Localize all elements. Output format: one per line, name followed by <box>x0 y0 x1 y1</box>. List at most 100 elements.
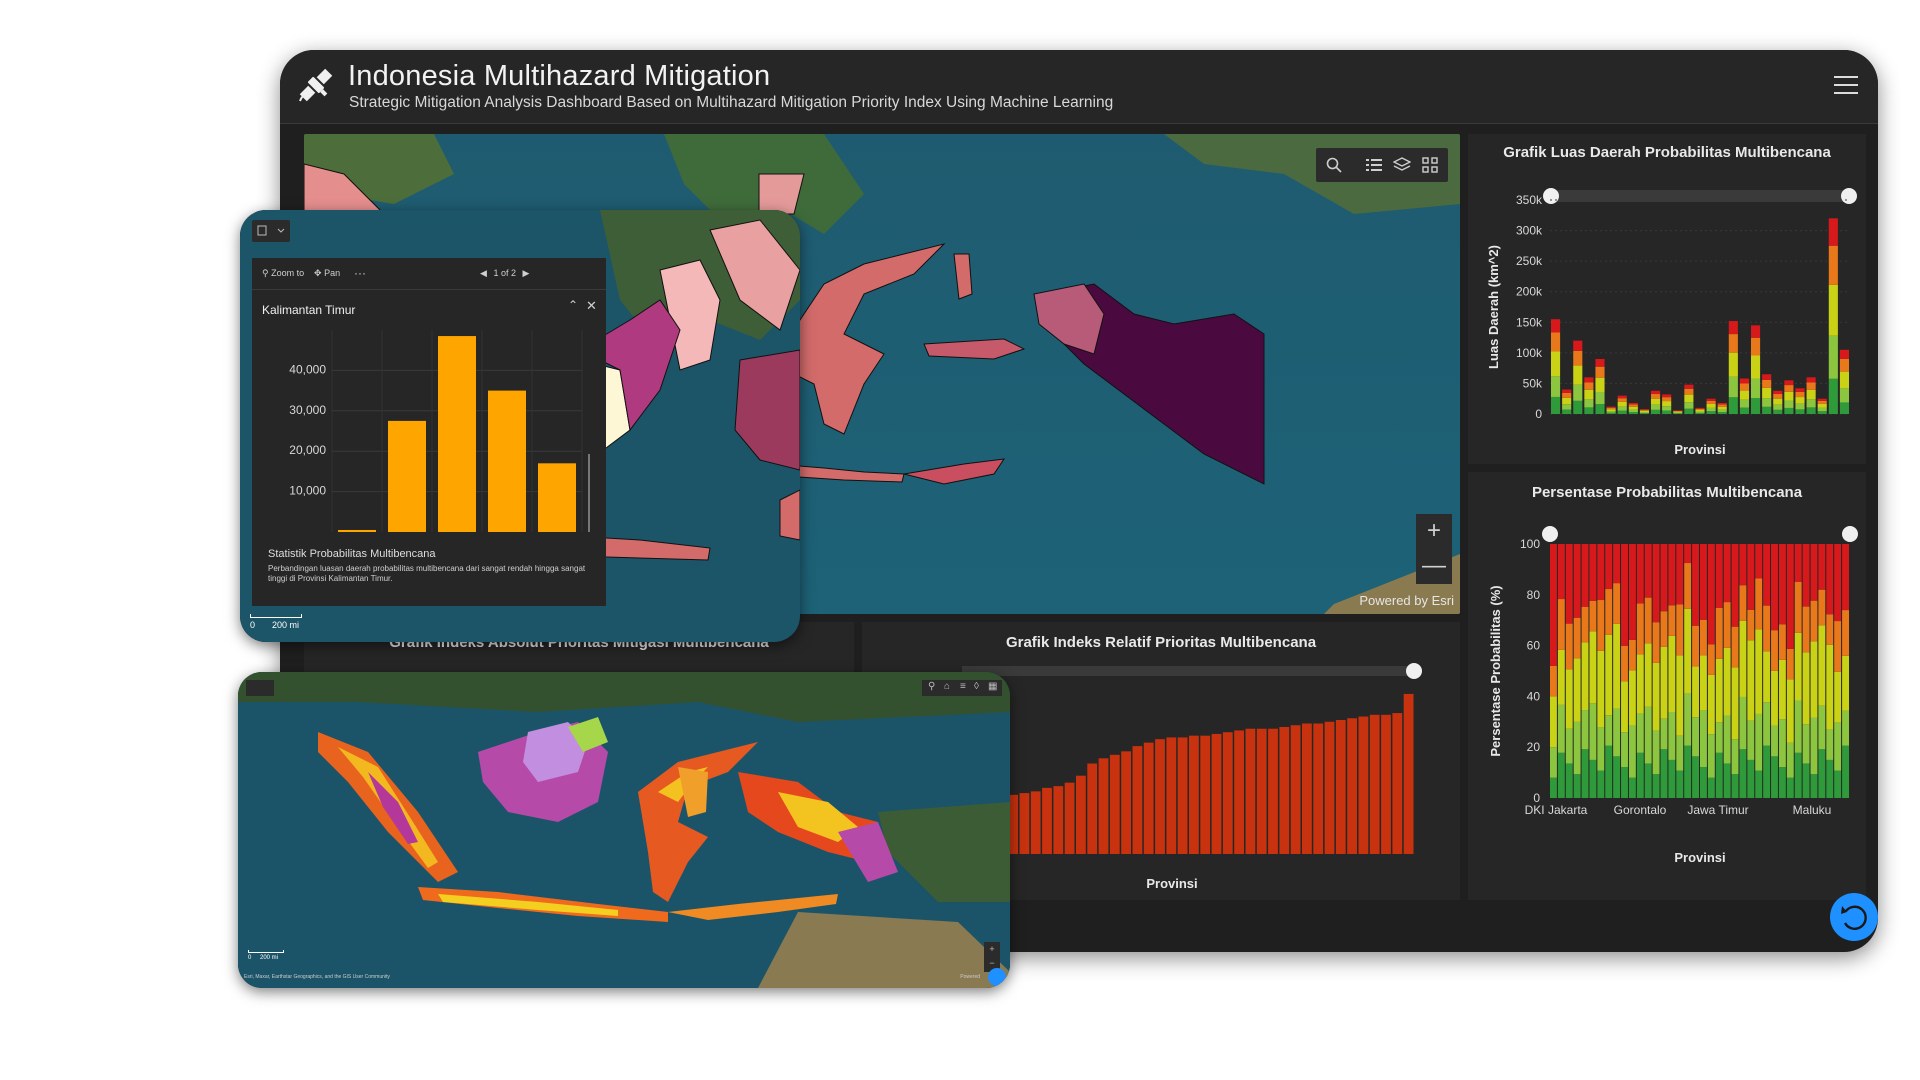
bar-segment <box>1597 650 1605 728</box>
bar-segment <box>1773 409 1783 414</box>
bar <box>1200 735 1211 854</box>
bar-segment <box>1662 410 1672 414</box>
phone-legend-icon[interactable]: ≡ <box>960 681 966 692</box>
bar-segment <box>1794 582 1802 633</box>
bar-segment <box>1747 759 1755 798</box>
bar-segment <box>1842 710 1849 746</box>
widget-menu-button[interactable] <box>252 220 290 242</box>
bar-segment <box>1651 390 1661 395</box>
scale-label: 200 mi <box>272 620 300 630</box>
basemap-gallery-icon[interactable] <box>1414 149 1446 181</box>
range-slider-handle <box>1406 663 1422 679</box>
bar-segment <box>1751 355 1761 379</box>
bar-segment <box>1723 647 1731 716</box>
bar-segment <box>1660 718 1668 750</box>
bar-segment <box>1810 717 1818 775</box>
bar-segment <box>1573 774 1581 798</box>
bar-segment <box>1662 406 1672 411</box>
bar-segment <box>1784 400 1794 408</box>
bar-segment <box>1802 544 1810 607</box>
tablet-device: ⚲ Zoom to ✥ Pan ··· ◀ 1 of 2 ▶ Kalimanta… <box>240 210 800 642</box>
bar-segment <box>1695 409 1705 412</box>
bar-segment <box>1773 404 1783 410</box>
phone-search-icon[interactable]: ⚲ <box>928 681 935 692</box>
zoom-out-button[interactable]: — <box>1416 549 1452 584</box>
next-arrow-icon[interactable]: ▶ <box>522 268 529 278</box>
bar-segment <box>1551 319 1561 333</box>
bar-segment <box>1673 410 1683 412</box>
range-slider-handle <box>1841 188 1857 204</box>
collapse-icon[interactable]: ⌃ <box>568 298 578 312</box>
bar-segment <box>1828 284 1838 336</box>
bar-segment <box>1636 603 1644 655</box>
bar <box>1392 713 1403 854</box>
page-title: Indonesia Multihazard Mitigation <box>348 60 771 92</box>
x-axis-title: Provinsi <box>1146 876 1197 891</box>
close-icon[interactable]: ✕ <box>586 298 597 314</box>
bar-segment <box>1617 395 1627 399</box>
range-slider-handle <box>1542 526 1558 542</box>
bar-segment <box>1834 621 1842 672</box>
bar <box>1245 728 1256 854</box>
bar-segment <box>1784 380 1794 386</box>
phone-basemap-icon[interactable]: ▦ <box>988 681 997 692</box>
bar <box>1256 728 1267 854</box>
bar-segment <box>1778 624 1786 660</box>
bar-segment <box>1644 763 1652 798</box>
bar-segment <box>1695 412 1705 414</box>
bar <box>1177 737 1188 854</box>
bar-segment <box>1747 720 1755 760</box>
bar-segment <box>1763 745 1771 798</box>
bar-segment <box>1828 335 1838 379</box>
hamburger-menu-button[interactable] <box>1834 76 1858 96</box>
bar-segment <box>1684 408 1694 414</box>
phone-widget-menu-button[interactable] <box>246 680 274 696</box>
bar <box>1290 725 1301 854</box>
bar-segment <box>1778 767 1786 798</box>
bar-segment <box>1773 398 1783 405</box>
bar-segment <box>1826 544 1834 615</box>
bar-segment <box>1773 394 1783 399</box>
zoom-in-button[interactable]: + <box>1416 514 1452 549</box>
bar <box>1053 786 1064 854</box>
pan-button[interactable]: ✥ Pan <box>314 268 340 279</box>
bar-segment <box>1605 634 1613 716</box>
y-tick-label: 100 <box>1520 537 1540 551</box>
search-icon[interactable] <box>1318 149 1350 181</box>
bar-segment <box>1700 544 1707 620</box>
scale-bar: 0 200 mi <box>250 614 302 630</box>
zoom-to-button[interactable]: ⚲ Zoom to <box>262 268 304 279</box>
phone-home-icon[interactable]: ⌂ <box>944 681 950 692</box>
bar-segment <box>1581 642 1589 711</box>
bar-segment <box>1771 544 1778 631</box>
popup-scrollbar[interactable] <box>588 454 590 532</box>
bar-segment <box>1676 544 1684 605</box>
more-options-button[interactable]: ··· <box>354 266 366 280</box>
bar-segment <box>1673 413 1683 414</box>
bar-segment <box>1584 407 1594 414</box>
bar-segment <box>1584 399 1594 408</box>
x-axis-title: Provinsi <box>1674 850 1725 865</box>
bar-segment <box>1628 544 1636 640</box>
bar-segment <box>1839 349 1849 359</box>
bar-segment <box>1595 358 1605 367</box>
previous-arrow-icon[interactable]: ◀ <box>480 268 487 278</box>
bar-segment <box>1613 756 1621 798</box>
bar-segment <box>1817 403 1827 408</box>
phone-layers-icon[interactable]: ◊ <box>974 681 979 692</box>
bar-segment <box>1826 614 1834 645</box>
bar-segment <box>1581 544 1589 607</box>
range-slider-track <box>962 666 1414 676</box>
bar-segment <box>1651 394 1661 399</box>
bar <box>1109 754 1120 854</box>
bar-segment <box>1731 774 1739 798</box>
reset-button[interactable] <box>1830 893 1878 941</box>
y-axis-title: Luas Daerah (km^2) <box>1486 245 1501 369</box>
bar-segment <box>1728 321 1738 335</box>
phone-device: ⚲ ⌂ ≡ ◊ ▦ 0 200 mi Esri, Maxar, Earthsta… <box>238 672 1010 988</box>
bar-segment <box>1700 767 1707 798</box>
bar-segment <box>1644 706 1652 764</box>
bar-segment <box>1617 410 1627 414</box>
bar-segment <box>1581 710 1589 750</box>
phone-reset-button[interactable] <box>988 968 1006 986</box>
